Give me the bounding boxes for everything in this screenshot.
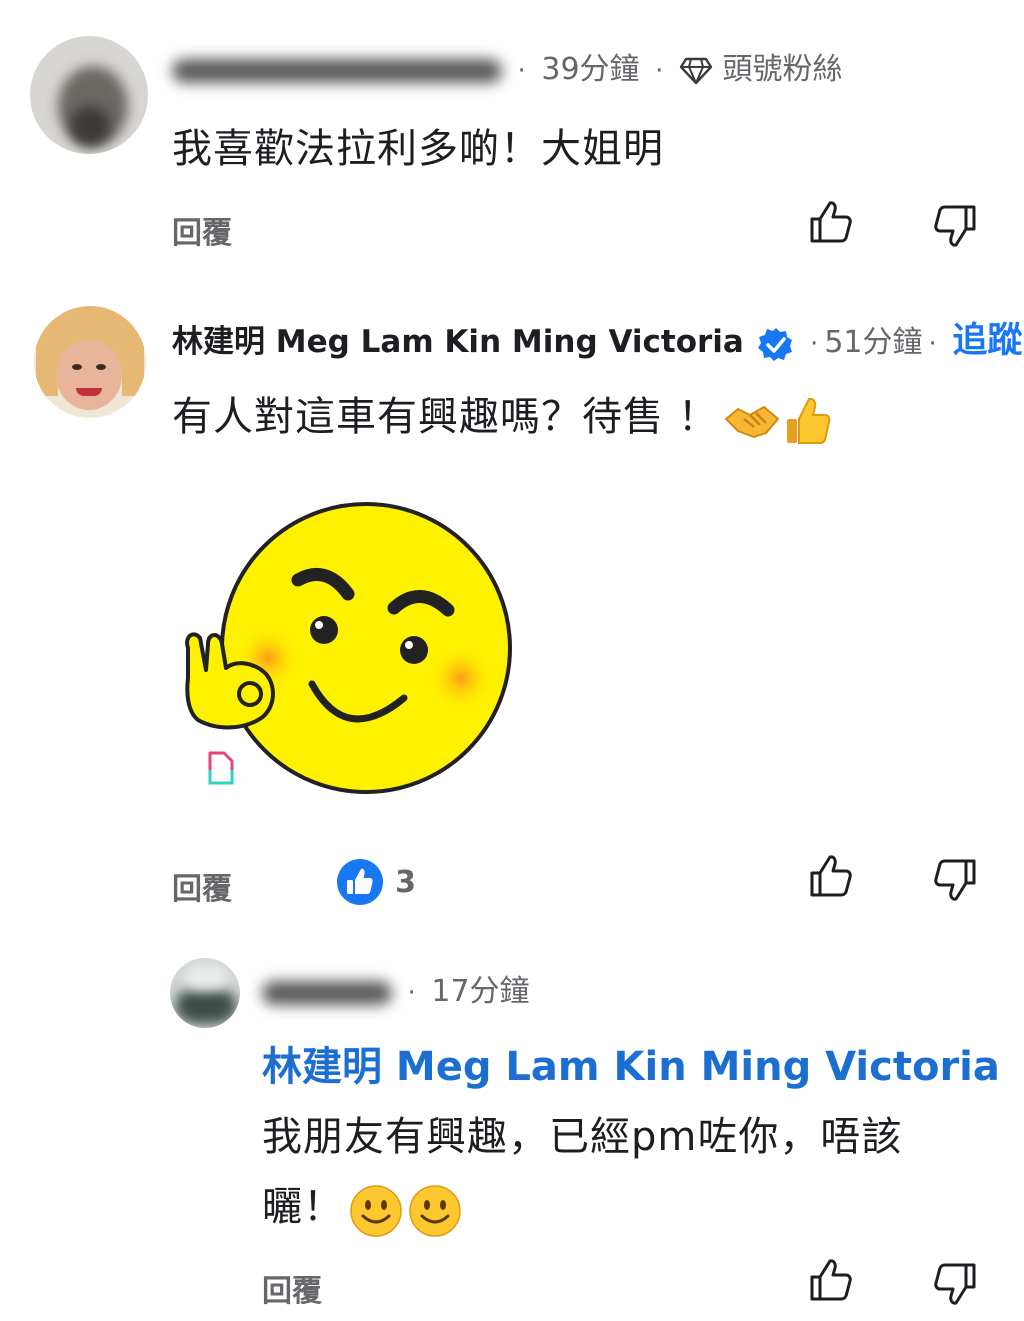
handshake-emoji [724,405,780,438]
reaction-summary[interactable]: 3 [336,858,416,906]
comment-text: 我喜歡法拉利多啲！大姐明 [172,126,664,172]
author-name-obscured[interactable] [262,980,392,1005]
author-name[interactable]: 林建明 Meg Lam Kin Ming Victoria [172,324,744,360]
fan-badge-label: 頭號粉絲 [722,52,843,87]
comment-time: 39分鐘 [541,52,640,87]
follow-button[interactable]: 追蹤 [952,321,1022,361]
avatar[interactable] [34,306,146,418]
comment-text-line-2: 曬！ [262,1184,344,1230]
comment-text-line-1: 我朋友有興趣，已經pm咗你，唔該 [262,1114,903,1160]
reaction-count: 3 [395,864,416,900]
diamond-icon [679,57,713,84]
reply-button[interactable]: 回覆 [172,864,232,908]
like-reaction-icon [337,859,383,905]
avatar[interactable] [30,36,148,154]
smiling-face-emoji [409,1184,461,1237]
thumbs-up-icon[interactable] [806,198,854,246]
reply-button[interactable]: 回覆 [262,1266,322,1310]
thumbs-down-icon[interactable] [932,1260,980,1308]
thumbs-up-icon[interactable] [806,852,854,900]
document-icon [208,751,234,785]
thumbs-down-icon[interactable] [932,202,980,250]
smiling-face-emoji [350,1184,402,1237]
comment-time: 51分鐘 [824,325,923,360]
thumbs-down-icon[interactable] [932,856,980,904]
mention-link[interactable]: 林建明 Meg Lam Kin Ming Victoria [262,1034,1000,1092]
avatar[interactable] [170,958,240,1028]
thumbs-up-emoji [786,397,831,444]
reply-button[interactable]: 回覆 [172,208,232,252]
comment-text: 有人對這車有興趣嗎？待售 ！ [172,394,719,440]
comment-time: 17分鐘 [431,974,530,1009]
verified-badge-icon [757,327,792,361]
thumbs-up-icon[interactable] [806,1256,854,1304]
author-name-obscured[interactable] [172,58,502,83]
